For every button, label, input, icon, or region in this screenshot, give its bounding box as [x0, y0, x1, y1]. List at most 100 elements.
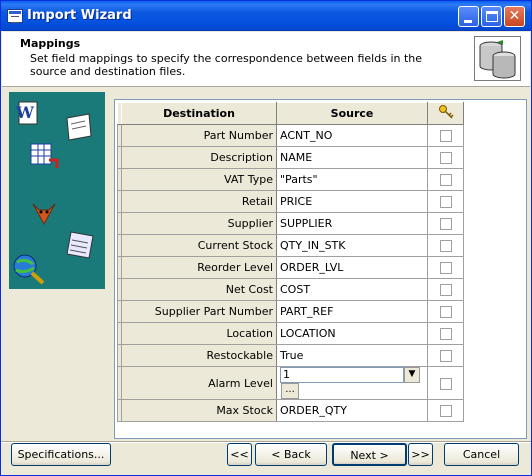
- close-button[interactable]: ✕: [504, 6, 525, 27]
- key-checkbox[interactable]: [439, 262, 452, 274]
- destination-cell: Max Stock: [121, 399, 277, 422]
- source-cell[interactable]: 1 ▼...: [276, 366, 428, 400]
- key-cell: [427, 212, 464, 235]
- key-checkbox[interactable]: [439, 377, 452, 390]
- destination-cell: Location: [121, 322, 277, 345]
- table-row[interactable]: Max Stock ORDER_QTY: [117, 399, 464, 422]
- table-row[interactable]: VAT Type "Parts": [117, 168, 464, 191]
- key-checkbox[interactable]: [439, 152, 452, 164]
- spreadsheet-icon: [30, 143, 59, 168]
- key-cell: [427, 124, 464, 147]
- minimize-button[interactable]: [458, 6, 479, 27]
- import-wizard-window: Import Wizard ✕ Mappings Set field mappi…: [0, 0, 532, 476]
- table-row[interactable]: Supplier SUPPLIER: [117, 212, 464, 235]
- destination-cell: Net Cost: [121, 278, 277, 301]
- paper-document-icon: [66, 113, 92, 141]
- destination-cell: Retail: [121, 190, 277, 213]
- destination-cell: Restockable: [121, 344, 277, 367]
- destination-cell: Part Number: [121, 124, 277, 147]
- mappings-grid[interactable]: Destination Source Part Number ACNT_NO Des…: [114, 99, 527, 439]
- next-button[interactable]: Next >: [332, 443, 407, 466]
- page-subtitle: Set field mappings to specify the corres…: [30, 52, 423, 78]
- key-checkbox[interactable]: [439, 306, 452, 318]
- table-row[interactable]: Location LOCATION: [117, 322, 464, 345]
- table-row[interactable]: Description NAME: [117, 146, 464, 169]
- column-header-key[interactable]: [427, 102, 464, 125]
- table-row[interactable]: Supplier Part Number PART_REF: [117, 300, 464, 323]
- key-cell: [427, 300, 464, 323]
- first-page-button[interactable]: <<: [227, 443, 252, 466]
- source-cell[interactable]: True: [276, 344, 428, 367]
- minimize-icon: [464, 20, 472, 23]
- source-cell[interactable]: PRICE: [276, 190, 428, 213]
- key-cell: [427, 168, 464, 191]
- mappings-table: Destination Source Part Number ACNT_NO Des…: [117, 102, 464, 422]
- notepad-icon: [66, 231, 94, 259]
- key-checkbox[interactable]: [439, 350, 452, 362]
- destination-cell: Supplier Part Number: [121, 300, 277, 323]
- svg-text:W: W: [15, 103, 35, 122]
- source-cell[interactable]: QTY_IN_STK: [276, 234, 428, 257]
- table-row[interactable]: Part Number ACNT_NO: [117, 124, 464, 147]
- source-cell[interactable]: "Parts": [276, 168, 428, 191]
- source-cell[interactable]: ORDER_LVL: [276, 256, 428, 279]
- column-header-destination[interactable]: Destination: [121, 102, 277, 125]
- key-cell: [427, 278, 464, 301]
- word-document-icon: W: [15, 101, 38, 125]
- source-cell[interactable]: PART_REF: [276, 300, 428, 323]
- source-cell[interactable]: LOCATION: [276, 322, 428, 345]
- cancel-button[interactable]: Cancel: [444, 443, 519, 466]
- web-search-icon: [13, 254, 45, 285]
- key-cell: [427, 399, 464, 422]
- maximize-icon: [486, 11, 498, 22]
- key-checkbox[interactable]: [439, 218, 452, 230]
- key-checkbox[interactable]: [439, 328, 452, 340]
- source-cell[interactable]: ACNT_NO: [276, 124, 428, 147]
- destination-cell: Supplier: [121, 212, 277, 235]
- source-cell[interactable]: NAME: [276, 146, 428, 169]
- key-cell: [427, 366, 464, 400]
- key-checkbox[interactable]: [439, 130, 452, 142]
- key-cell: [427, 344, 464, 367]
- key-cell: [427, 234, 464, 257]
- table-row[interactable]: Alarm Level 1 ▼...: [117, 366, 464, 400]
- source-cell[interactable]: ORDER_QTY: [276, 399, 428, 422]
- destination-cell: Reorder Level: [121, 256, 277, 279]
- ellipsis-button[interactable]: ...: [281, 383, 299, 399]
- key-checkbox[interactable]: [439, 405, 452, 417]
- specifications-button[interactable]: Specifications...: [11, 443, 111, 466]
- page-title: Mappings: [20, 37, 81, 50]
- wizard-header: Mappings Set field mappings to specify t…: [2, 32, 530, 87]
- close-icon: ✕: [508, 8, 521, 24]
- destination-cell: Description: [121, 146, 277, 169]
- table-row[interactable]: Retail PRICE: [117, 190, 464, 213]
- foxpro-icon: [32, 203, 56, 226]
- title-bar[interactable]: Import Wizard ✕: [1, 1, 531, 31]
- key-cell: [427, 146, 464, 169]
- dropdown-arrow-icon[interactable]: ▼: [404, 367, 420, 383]
- back-button[interactable]: < Back: [255, 443, 327, 466]
- window-title: Import Wizard: [27, 8, 132, 23]
- maximize-button[interactable]: [481, 6, 502, 27]
- table-row[interactable]: Current Stock QTY_IN_STK: [117, 234, 464, 257]
- table-row[interactable]: Restockable True: [117, 344, 464, 367]
- source-cell[interactable]: COST: [276, 278, 428, 301]
- table-row[interactable]: Net Cost COST: [117, 278, 464, 301]
- table-row[interactable]: Reorder Level ORDER_LVL: [117, 256, 464, 279]
- destination-cell: Alarm Level: [121, 366, 277, 400]
- key-checkbox[interactable]: [439, 174, 452, 186]
- key-checkbox[interactable]: [439, 284, 452, 296]
- key-cell: [427, 190, 464, 213]
- source-combo-input[interactable]: 1: [280, 367, 404, 383]
- column-header-source[interactable]: Source: [276, 102, 428, 125]
- destination-cell: Current Stock: [121, 234, 277, 257]
- key-checkbox[interactable]: [439, 196, 452, 208]
- last-page-button[interactable]: >>: [408, 443, 433, 466]
- source-cell[interactable]: SUPPLIER: [276, 212, 428, 235]
- key-cell: [427, 322, 464, 345]
- app-icon: [7, 9, 23, 23]
- database-icon: [474, 36, 521, 81]
- key-cell: [427, 256, 464, 279]
- wizard-side-panel: W: [9, 92, 105, 289]
- key-checkbox[interactable]: [439, 240, 452, 252]
